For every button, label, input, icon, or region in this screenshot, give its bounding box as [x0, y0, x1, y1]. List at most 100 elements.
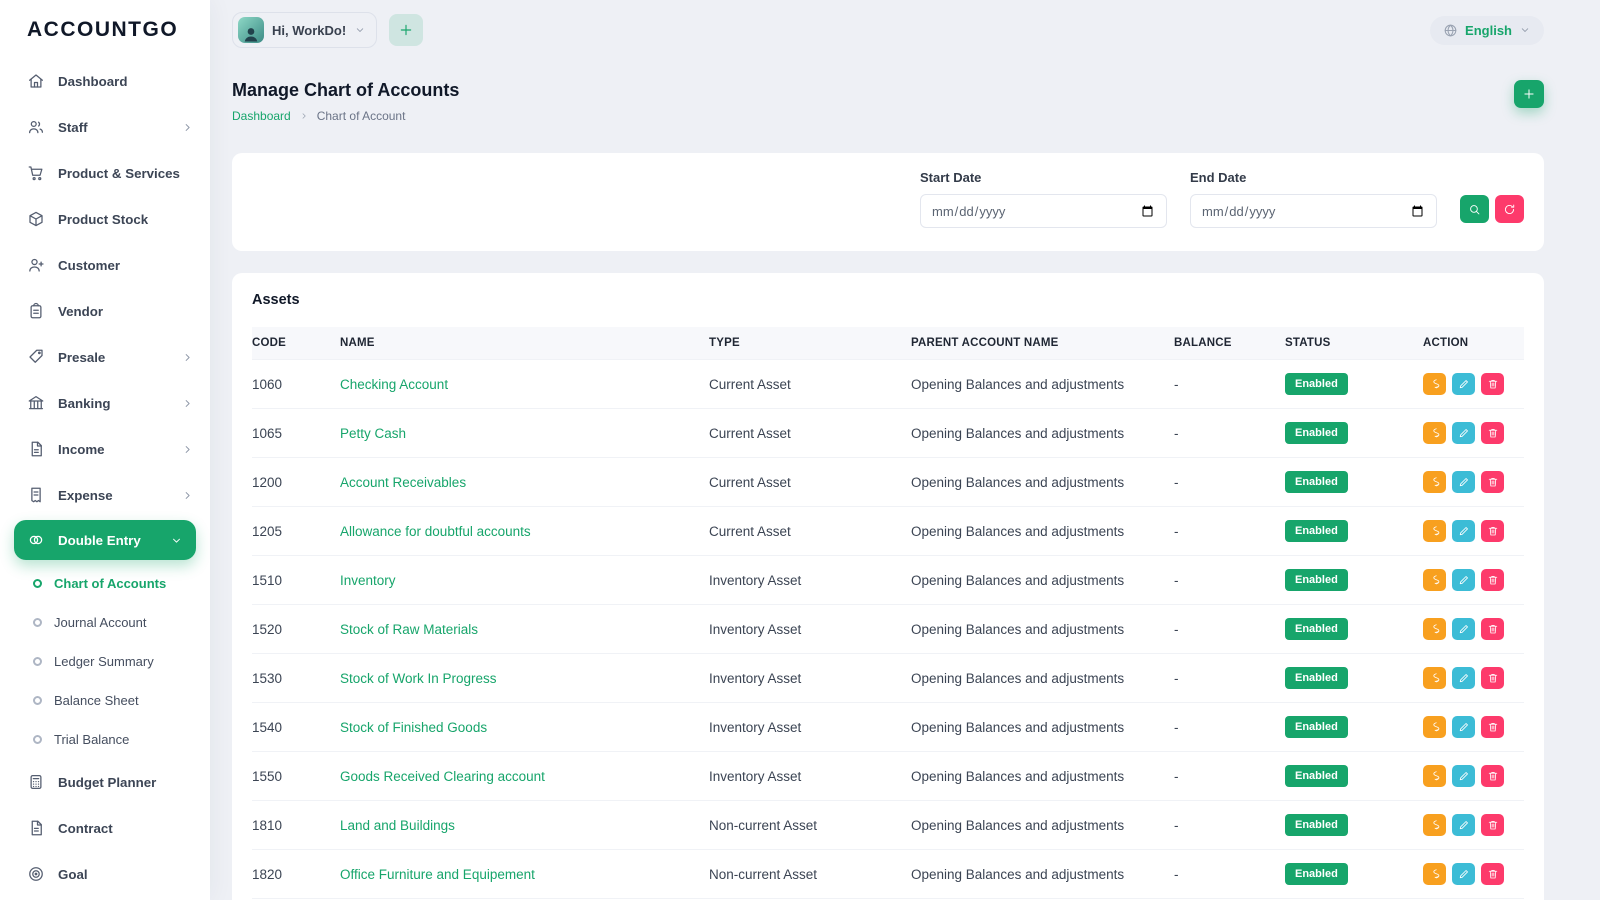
edit-button[interactable]	[1452, 814, 1475, 836]
edit-button[interactable]	[1452, 520, 1475, 542]
delete-button[interactable]	[1481, 471, 1504, 493]
transactions-button[interactable]	[1423, 471, 1446, 493]
cell-status: Enabled	[1285, 800, 1423, 850]
edit-button[interactable]	[1452, 569, 1475, 591]
reset-button[interactable]	[1495, 195, 1524, 223]
sidebar-item-budget-planner[interactable]: Budget Planner	[0, 759, 210, 805]
account-name-link[interactable]: Inventory	[340, 573, 396, 588]
search-button[interactable]	[1460, 195, 1489, 223]
account-name-link[interactable]: Petty Cash	[340, 426, 406, 441]
sidebar-item-contract[interactable]: Contract	[0, 805, 210, 851]
sidebar-item-double-entry[interactable]: Double Entry	[14, 520, 196, 560]
sidebar-subitem-trial-balance[interactable]: Trial Balance	[0, 720, 210, 759]
transactions-button[interactable]	[1423, 765, 1446, 787]
transactions-button[interactable]	[1423, 520, 1446, 542]
delete-button[interactable]	[1481, 618, 1504, 640]
status-badge: Enabled	[1285, 667, 1348, 689]
chevron-down-icon	[173, 538, 180, 543]
delete-button[interactable]	[1481, 569, 1504, 591]
delete-button[interactable]	[1481, 765, 1504, 787]
language-selector[interactable]: English	[1430, 15, 1544, 45]
cell-action	[1423, 457, 1524, 507]
add-account-button[interactable]	[1514, 80, 1544, 108]
sidebar-subitem-journal-account[interactable]: Journal Account	[0, 603, 210, 642]
cell-parent-account: Opening Balances and adjustments	[911, 849, 1174, 899]
cell-parent-account: Opening Balances and adjustments	[911, 457, 1174, 507]
delete-button[interactable]	[1481, 814, 1504, 836]
sidebar-item-dashboard[interactable]: Dashboard	[0, 58, 210, 104]
table-row: 1060 Checking Account Current Asset Opening…	[252, 359, 1524, 409]
chevron-down-icon	[354, 24, 366, 36]
pencil-icon	[1459, 821, 1468, 830]
sidebar-item-expense[interactable]: Expense	[0, 472, 210, 518]
sidebar-item-product-stock[interactable]: Product Stock	[0, 196, 210, 242]
transactions-button[interactable]	[1423, 814, 1446, 836]
edit-button[interactable]	[1452, 373, 1475, 395]
edit-button[interactable]	[1452, 422, 1475, 444]
start-date-field: Start Date	[920, 170, 1167, 228]
transactions-button[interactable]	[1423, 716, 1446, 738]
status-badge: Enabled	[1285, 373, 1348, 395]
account-name-link[interactable]: Stock of Work In Progress	[340, 671, 497, 686]
table-row: 1820 Office Furniture and Equipement Non-c…	[252, 849, 1524, 899]
sidebar-item-customer[interactable]: Customer	[0, 242, 210, 288]
trash-icon	[1488, 624, 1497, 634]
account-name-link[interactable]: Allowance for doubtful accounts	[340, 524, 531, 539]
delete-button[interactable]	[1481, 422, 1504, 444]
edit-button[interactable]	[1452, 471, 1475, 493]
start-date-label: Start Date	[920, 170, 982, 185]
delete-button[interactable]	[1481, 667, 1504, 689]
account-name-link[interactable]: Account Receivables	[340, 475, 466, 490]
sidebar-item-goal[interactable]: Goal	[0, 851, 210, 897]
table-header-row: CODE NAME TYPE PARENT ACCOUNT NAME BALANCE ST…	[252, 327, 1524, 360]
edit-button[interactable]	[1452, 667, 1475, 689]
sidebar-item-vendor[interactable]: Vendor	[0, 288, 210, 334]
brand-logo[interactable]: ACCOUNTGO	[0, 18, 210, 58]
wave-icon	[1432, 820, 1439, 830]
sidebar-item-staff[interactable]: Staff	[0, 104, 210, 150]
account-name-link[interactable]: Stock of Raw Materials	[340, 622, 478, 637]
account-name-link[interactable]: Checking Account	[340, 377, 448, 392]
edit-button[interactable]	[1452, 765, 1475, 787]
cell-code: 1810	[252, 800, 340, 850]
sidebar-item-banking[interactable]: Banking	[0, 380, 210, 426]
delete-button[interactable]	[1481, 716, 1504, 738]
transactions-button[interactable]	[1423, 618, 1446, 640]
transactions-button[interactable]	[1423, 569, 1446, 591]
quick-add-button[interactable]	[389, 14, 424, 46]
person-icon	[241, 23, 261, 43]
transactions-button[interactable]	[1423, 422, 1446, 444]
table-row: 1065 Petty Cash Current Asset Opening Balan…	[252, 408, 1524, 458]
edit-button[interactable]	[1452, 618, 1475, 640]
transactions-button[interactable]	[1423, 667, 1446, 689]
cell-parent-account: Opening Balances and adjustments	[911, 653, 1174, 703]
cell-parent-account: Opening Balances and adjustments	[911, 555, 1174, 605]
sidebar-subitem-balance-sheet[interactable]: Balance Sheet	[0, 681, 210, 720]
start-date-input[interactable]	[920, 194, 1167, 228]
account-name-link[interactable]: Office Furniture and Equipement	[340, 867, 535, 882]
sidebar-item-product-services[interactable]: Product & Services	[0, 150, 210, 196]
cell-balance: -	[1174, 751, 1285, 801]
wave-icon	[1432, 477, 1439, 487]
edit-button[interactable]	[1452, 716, 1475, 738]
sidebar-subitem-ledger-summary[interactable]: Ledger Summary	[0, 642, 210, 681]
transactions-button[interactable]	[1423, 863, 1446, 885]
sidebar-item-income[interactable]: Income	[0, 426, 210, 472]
end-date-input[interactable]	[1190, 194, 1437, 228]
wave-icon	[1432, 575, 1439, 585]
user-menu-button[interactable]: Hi, WorkDo!	[232, 12, 378, 48]
delete-button[interactable]	[1481, 863, 1504, 885]
cell-status: Enabled	[1285, 849, 1423, 899]
account-name-link[interactable]: Goods Received Clearing account	[340, 769, 545, 784]
sidebar-subitem-chart-of-accounts[interactable]: Chart of Accounts	[0, 564, 210, 603]
sidebar-item-presale[interactable]: Presale	[0, 334, 210, 380]
breadcrumb-dashboard-link[interactable]: Dashboard	[232, 109, 291, 123]
delete-button[interactable]	[1481, 520, 1504, 542]
edit-button[interactable]	[1452, 863, 1475, 885]
transactions-button[interactable]	[1423, 373, 1446, 395]
users-icon	[28, 120, 44, 134]
account-name-link[interactable]: Land and Buildings	[340, 818, 455, 833]
account-name-link[interactable]: Stock of Finished Goods	[340, 720, 487, 735]
pencil-icon	[1459, 772, 1468, 781]
delete-button[interactable]	[1481, 373, 1504, 395]
